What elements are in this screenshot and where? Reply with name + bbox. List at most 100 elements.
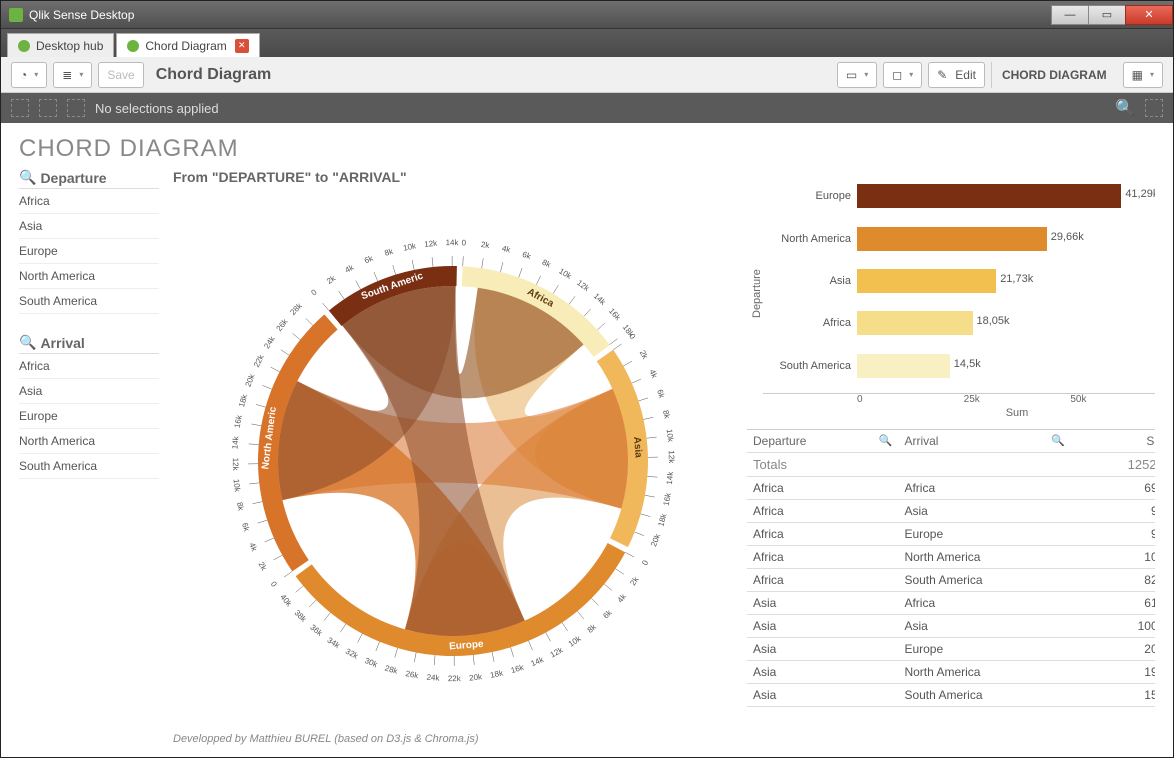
bar-value-label: 29,66k	[1051, 231, 1084, 243]
chord-tick-label: 4k	[344, 262, 357, 274]
table-header[interactable]: Departure🔍	[747, 430, 898, 453]
tab-icon	[127, 40, 139, 52]
chord-tick-label: 14k	[530, 655, 546, 669]
filter-arrival-header[interactable]: 🔍 Arrival	[19, 334, 159, 354]
chord-tick-label: 8k	[541, 258, 553, 270]
edit-button[interactable]: Edit	[928, 62, 985, 88]
table-header[interactable]: Sum	[1071, 430, 1155, 453]
chord-tick-label: 6k	[655, 388, 666, 400]
sheet-nav-button[interactable]: ▦	[1123, 62, 1163, 88]
selections-tool-icon[interactable]	[1145, 99, 1163, 117]
filter-arrival-item[interactable]: North America	[19, 429, 159, 454]
chord-tick-label: 12k	[575, 278, 592, 294]
chord-tick-label: 12k	[424, 239, 439, 249]
table-totals-row: Totals125225	[747, 453, 1155, 477]
table-row[interactable]: AsiaSouth America1500	[747, 684, 1155, 707]
chord-tick-label: 8k	[235, 501, 246, 512]
close-window-button[interactable]: ✕	[1125, 5, 1173, 25]
bar-axis-tick: 0	[857, 394, 964, 405]
table-row[interactable]: AsiaAfrica6171	[747, 592, 1155, 615]
chord-tick-label: 8k	[661, 409, 672, 420]
table-row[interactable]: AfricaAsia990	[747, 500, 1155, 523]
chord-tick-label: 6k	[240, 522, 251, 534]
tab-strip: Desktop hub Chord Diagram ✕	[1, 29, 1173, 57]
chord-tick-label: 2k	[325, 273, 338, 286]
bar-yaxis-label: Departure	[747, 169, 763, 419]
bar-fill	[857, 227, 1047, 251]
chord-tick-label: 6k	[601, 607, 614, 620]
filter-arrival-item[interactable]: Africa	[19, 354, 159, 379]
bar-category-label: Europe	[763, 190, 851, 202]
nav-menu-button[interactable]: ◔	[11, 62, 47, 88]
chord-tick-label: 38k	[293, 608, 309, 624]
tab-chord-diagram[interactable]: Chord Diagram ✕	[116, 33, 259, 57]
bar-value-label: 41,29k	[1125, 188, 1155, 200]
search-icon[interactable]: 🔍	[1115, 98, 1135, 118]
tab-desktop-hub[interactable]: Desktop hub	[7, 33, 114, 57]
bar-row[interactable]: Europe 41,29k	[763, 184, 1155, 208]
minimize-button[interactable]: —	[1051, 5, 1089, 25]
save-button[interactable]: Save	[98, 62, 143, 88]
table-row[interactable]: AsiaNorth America1951	[747, 661, 1155, 684]
chord-tick-label: 16k	[233, 413, 244, 428]
bar-row[interactable]: Asia 21,73k	[763, 269, 1155, 293]
chord-tick-label: 4k	[647, 368, 659, 380]
search-icon[interactable]: 🔍	[1051, 434, 1065, 447]
filter-departure-item[interactable]: North America	[19, 264, 159, 289]
search-icon: 🔍	[19, 169, 36, 186]
table-row[interactable]: AfricaSouth America8200	[747, 569, 1155, 592]
chord-tick-label: 2k	[256, 560, 268, 573]
bar-category-label: Asia	[763, 275, 851, 287]
chord-tick-label: 8k	[586, 622, 599, 635]
bar-chart[interactable]: Departure Europe 41,29k North America29,66…	[747, 169, 1155, 419]
data-table[interactable]: Departure🔍Arrival🔍Sum Totals125225Africa…	[747, 429, 1155, 745]
filter-departure-item[interactable]: South America	[19, 289, 159, 314]
chord-tick-label: 22k	[252, 352, 266, 368]
maximize-button[interactable]: ▭	[1088, 5, 1126, 25]
chord-tick-label: 4k	[247, 541, 259, 553]
filter-departure-header[interactable]: 🔍 Departure	[19, 169, 159, 189]
bar-value-label: 14,5k	[954, 358, 981, 370]
selection-forward-icon[interactable]	[39, 99, 57, 117]
filter-departure-item[interactable]: Europe	[19, 239, 159, 264]
chord-tick-label: 14k	[592, 291, 608, 307]
bar-row[interactable]: Africa18,05k	[763, 311, 1155, 335]
chord-tick-label: 26k	[274, 317, 290, 333]
chord-tick-label: 2k	[480, 240, 491, 250]
chord-diagram[interactable]: Africa02k4k6k8k10k12k14k16k18kAsia02k4k6…	[173, 189, 733, 733]
bar-xaxis-label: Sum	[763, 407, 1155, 419]
chord-tick-label: 4k	[501, 244, 512, 255]
story-button[interactable]: ▭	[837, 62, 877, 88]
chord-tick-label: 34k	[326, 636, 343, 651]
tab-label: Chord Diagram	[145, 39, 226, 53]
chord-tick-label: 36k	[308, 623, 324, 639]
chord-tick-label: 20k	[469, 672, 484, 682]
bookmark-button[interactable]: ◻	[883, 62, 922, 88]
search-icon: 🔍	[19, 334, 36, 351]
chord-tick-label: 8k	[383, 246, 395, 257]
selections-bar: No selections applied 🔍	[1, 93, 1173, 123]
chord-tick-label: 12k	[549, 645, 566, 660]
search-icon[interactable]: 🔍	[879, 434, 893, 447]
bar-value-label: 21,73k	[1000, 273, 1033, 285]
table-row[interactable]: AsiaAsia10048	[747, 615, 1155, 638]
filter-departure-item[interactable]: Africa	[19, 189, 159, 214]
selection-clear-icon[interactable]	[67, 99, 85, 117]
filter-departure-item[interactable]: Asia	[19, 214, 159, 239]
table-row[interactable]: AfricaEurope940	[747, 523, 1155, 546]
table-row[interactable]: AsiaEurope2060	[747, 638, 1155, 661]
filter-arrival-item[interactable]: Asia	[19, 379, 159, 404]
table-row[interactable]: AfricaAfrica6907	[747, 477, 1155, 500]
table-header[interactable]: Arrival🔍	[898, 430, 1070, 453]
bar-row[interactable]: South America14,5k	[763, 354, 1155, 378]
tab-close-button[interactable]: ✕	[235, 39, 249, 53]
filter-arrival-item[interactable]: South America	[19, 454, 159, 479]
table-row[interactable]: AfricaNorth America1013	[747, 546, 1155, 569]
bar-row[interactable]: North America29,66k	[763, 227, 1155, 251]
chord-diagram-panel: From "DEPARTURE" to "ARRIVAL" Africa02k4…	[173, 169, 733, 745]
filter-arrival-item[interactable]: Europe	[19, 404, 159, 429]
chord-tick-label: 28k	[384, 664, 400, 677]
view-menu-button[interactable]: ≣	[53, 62, 92, 88]
bar-fill	[857, 354, 950, 378]
selection-back-icon[interactable]	[11, 99, 29, 117]
